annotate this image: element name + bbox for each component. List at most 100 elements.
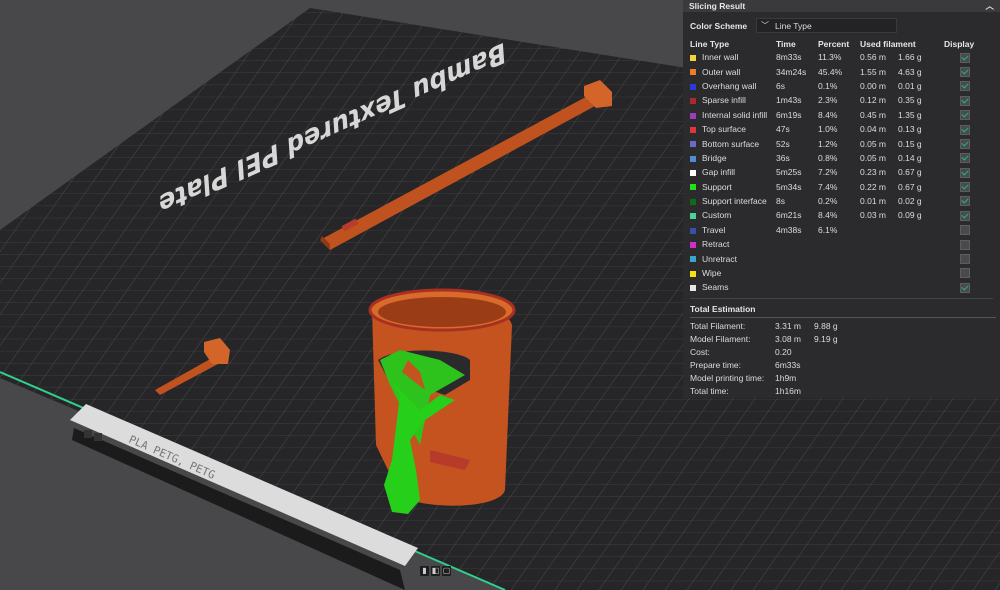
line-type-row: Custom 6m21s 8.4% 0.03 m 0.09 g [690, 208, 984, 222]
display-cell [944, 237, 984, 251]
color-swatch [690, 83, 696, 90]
time-cell: 8s [776, 196, 785, 207]
percent-cell: 7.2% [818, 167, 838, 178]
display-checkbox[interactable] [960, 254, 970, 265]
total-key: Prepare time: [690, 359, 742, 370]
line-type-name: Top surface [702, 124, 746, 135]
display-checkbox[interactable] [960, 167, 970, 178]
line-type-row: Sparse infill 1m43s 2.3% 0.12 m 0.35 g [690, 93, 984, 107]
plate-lock-icon[interactable]: ▮ [420, 566, 429, 576]
display-checkbox[interactable] [960, 182, 970, 193]
used-filament-cell: 0.05 m 0.14 g [860, 151, 944, 165]
percent-cell: 6.1% [818, 224, 838, 235]
display-checkbox[interactable] [960, 153, 970, 164]
display-checkbox[interactable] [960, 239, 970, 250]
line-type-cell: Custom [690, 208, 776, 222]
total-estimation-row: Model Filament: 3.08 m 9.19 g [683, 333, 1000, 346]
percent-cell: 8.4% [818, 109, 838, 120]
display-checkbox[interactable] [960, 95, 970, 106]
chevron-up-icon[interactable]: ︿ [985, 0, 994, 12]
line-type-cell: Retract [690, 237, 776, 251]
model-vase[interactable] [368, 288, 516, 514]
color-swatch [690, 285, 696, 292]
used-filament-cell [860, 251, 944, 265]
total-value-1: 6m33s [775, 359, 801, 370]
color-scheme-select[interactable]: ﹀ Line Type [756, 18, 897, 33]
percent-cell [818, 280, 860, 294]
percent-cell: 8.4% [818, 210, 838, 221]
plate-settings-icon[interactable]: ◧ [431, 566, 440, 576]
display-checkbox[interactable] [960, 81, 970, 92]
display-cell [944, 64, 984, 78]
used-length: 1.55 m [860, 66, 886, 77]
line-type-name: Support [702, 181, 732, 192]
color-swatch [690, 141, 696, 148]
color-swatch [690, 242, 696, 249]
display-checkbox[interactable] [960, 268, 970, 279]
display-checkbox[interactable] [960, 225, 970, 236]
used-length: 0.23 m [860, 167, 886, 178]
total-key: Cost: [690, 346, 710, 357]
display-cell [944, 194, 984, 208]
display-cell [944, 223, 984, 237]
percent-cell [818, 237, 860, 251]
percent-cell: 2.3% [818, 95, 838, 106]
line-type-name: Unretract [702, 253, 737, 264]
total-key: Total Filament: [690, 320, 746, 331]
display-checkbox[interactable] [960, 138, 970, 149]
time-cell [776, 280, 818, 294]
line-type-cell: Top surface [690, 122, 776, 136]
display-checkbox[interactable] [960, 124, 970, 135]
line-type-table: Line Type Time Percent Used filament Dis… [690, 37, 984, 295]
color-swatch [690, 69, 696, 76]
used-filament-cell: 1.55 m 4.63 g [860, 64, 944, 78]
line-type-cell: Travel [690, 223, 776, 237]
percent-cell: 7.4% [818, 181, 838, 192]
color-swatch [690, 184, 696, 191]
chevron-down-icon: ﹀ [761, 21, 769, 30]
line-type-name: Custom [702, 210, 732, 221]
display-cell [944, 108, 984, 122]
used-filament-cell: 0.12 m 0.35 g [860, 93, 944, 107]
line-type-name: Inner wall [702, 52, 739, 63]
percent-cell: 1.0% [818, 124, 838, 135]
display-checkbox[interactable] [960, 196, 970, 207]
used-length: 0.01 m [860, 196, 886, 207]
used-weight: 0.67 g [898, 167, 922, 178]
color-swatch [690, 112, 696, 119]
used-weight: 0.09 g [898, 210, 922, 221]
line-type-row: Retract [690, 237, 984, 251]
display-checkbox[interactable] [960, 66, 970, 77]
line-type-cell: Unretract [690, 251, 776, 265]
plate-grid-icon[interactable]: ▢ [442, 566, 451, 576]
time-cell: 1m43s [776, 95, 802, 106]
display-checkbox[interactable] [960, 210, 970, 221]
total-estimation-list: Total Filament: 3.31 m 9.88 g Model Filamen… [683, 320, 1000, 398]
used-filament-cell: 0.22 m 0.67 g [860, 180, 944, 194]
total-estimation-row: Model printing time: 1h9m [683, 372, 1000, 385]
percent-cell: 11.3% [818, 52, 842, 63]
line-type-name: Travel [702, 224, 726, 235]
line-type-row: Bridge 36s 0.8% 0.05 m 0.14 g [690, 151, 984, 165]
display-checkbox[interactable] [960, 110, 970, 121]
line-type-row: Unretract [690, 251, 984, 265]
display-checkbox[interactable] [960, 282, 970, 293]
total-value-1: 3.31 m [775, 320, 801, 331]
used-filament-cell [860, 280, 944, 294]
used-length: 0.22 m [860, 181, 886, 192]
line-type-cell: Support [690, 180, 776, 194]
color-swatch [690, 126, 696, 133]
col-line-type: Line Type [690, 38, 730, 49]
used-filament-cell [860, 237, 944, 251]
used-length: 0.12 m [860, 95, 886, 106]
line-type-name: Overhang wall [702, 80, 757, 91]
line-type-cell: Wipe [690, 266, 776, 280]
display-checkbox[interactable] [960, 52, 970, 63]
used-length: 0.04 m [860, 124, 886, 135]
time-cell: 47s [776, 124, 790, 135]
line-type-name: Gap infill [702, 167, 736, 178]
time-cell [776, 237, 818, 251]
time-cell [776, 266, 818, 280]
display-cell [944, 251, 984, 265]
color-swatch [690, 54, 696, 61]
